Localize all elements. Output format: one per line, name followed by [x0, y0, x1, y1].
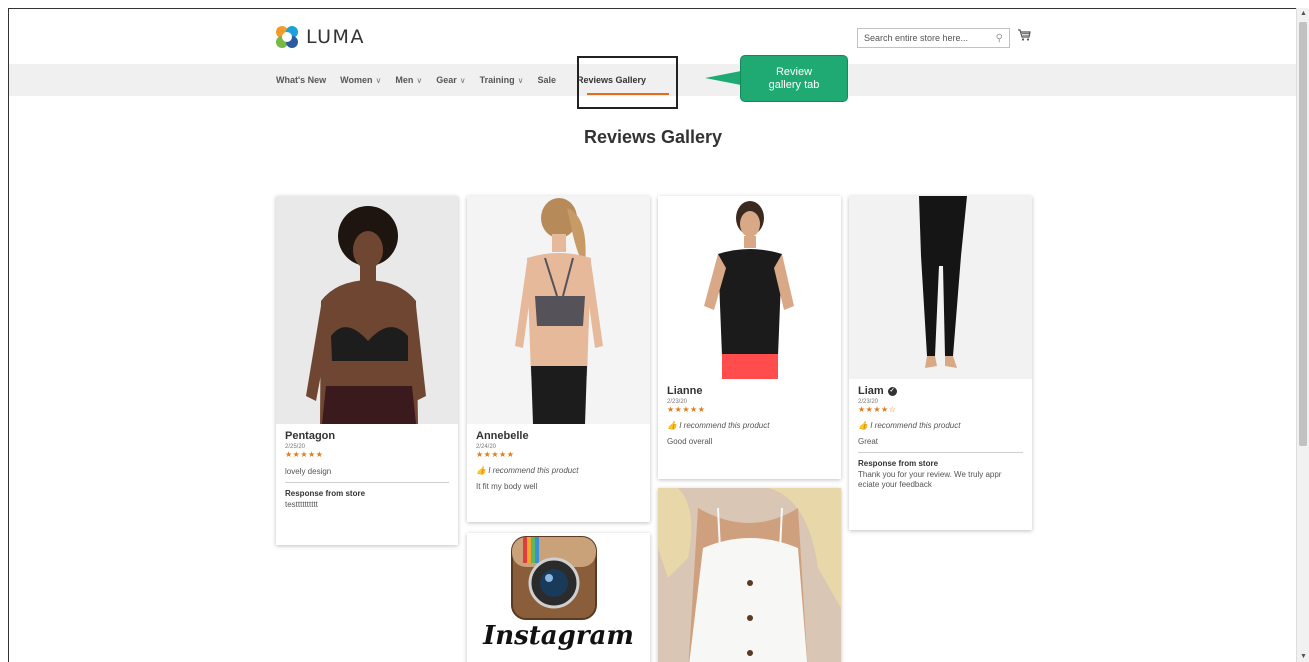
callout-pointer	[705, 71, 741, 85]
scroll-down-arrow-icon[interactable]: ▼	[1300, 653, 1307, 660]
nav-label: Women	[340, 75, 373, 85]
nav-item-sale[interactable]: Sale	[537, 75, 556, 85]
product-image[interactable]	[467, 196, 650, 424]
product-image[interactable]	[276, 196, 458, 424]
review-card[interactable]: Liam ✓ 2/23/20 ★★★★☆ 👍 I recommend this p…	[849, 196, 1032, 530]
nav-label: Gear	[436, 75, 457, 85]
chevron-down-icon: ∨	[416, 75, 423, 85]
highlight-box	[577, 56, 678, 109]
review-body: Lianne 2/23/20 ★★★★★ 👍 I recommend this …	[658, 379, 841, 454]
reviewer-name: Liam ✓	[858, 385, 1023, 397]
search-placeholder: Search entire store here...	[864, 33, 969, 43]
scrollbar-thumb[interactable]	[1299, 22, 1307, 446]
search-input[interactable]: Search entire store here... ⚲	[857, 28, 1010, 48]
instagram-logo-image[interactable]: Instagram	[467, 533, 650, 662]
recommend-text: 👍 I recommend this product	[667, 421, 832, 430]
nav-label: What's New	[276, 75, 327, 85]
verified-check-icon: ✓	[887, 386, 897, 396]
nav-label: Training	[479, 75, 515, 85]
recommend-label: I recommend this product	[679, 421, 770, 430]
nav-item-gear[interactable]: Gear ∨	[436, 75, 465, 85]
review-body: Pentagon 2/25/20 ★★★★★ lovely design Res…	[276, 424, 458, 518]
review-text: It fit my body well	[476, 482, 538, 491]
store-response-text: Thank you for your review. We truly appr…	[858, 470, 1002, 489]
reviewer-name: Lianne	[667, 385, 703, 397]
vertical-scrollbar[interactable]: ▲ ▼	[1296, 8, 1309, 662]
chevron-down-icon: ∨	[375, 75, 382, 85]
star-rating: ★★★★★	[285, 450, 324, 459]
logo-text: LUMA	[306, 26, 365, 48]
star-rating: ★★★★★	[667, 405, 706, 414]
product-image[interactable]	[658, 488, 841, 662]
nav-item-training[interactable]: Training ∨	[480, 75, 524, 85]
review-text: Good overall	[667, 437, 713, 446]
nav-item-women[interactable]: Women ∨	[340, 75, 381, 85]
nav-item-men[interactable]: Men ∨	[395, 75, 422, 85]
store-response-label: Response from store	[285, 489, 366, 498]
review-card[interactable]: Annebelle 2/24/20 ★★★★★ 👍 I recommend th…	[467, 196, 650, 522]
chevron-down-icon: ∨	[459, 75, 466, 85]
cart-icon[interactable]	[1017, 28, 1031, 42]
divider	[858, 452, 1023, 453]
reviewer-name: Annebelle	[476, 430, 529, 442]
chevron-down-icon: ∨	[517, 75, 524, 85]
search-icon[interactable]: ⚲	[996, 33, 1003, 44]
recommend-label: I recommend this product	[870, 421, 961, 430]
instagram-wordmark: Instagram	[483, 621, 634, 651]
recommend-label: I recommend this product	[488, 466, 579, 475]
review-card[interactable]: Lianne 2/23/20 ★★★★★ 👍 I recommend this …	[658, 196, 841, 479]
review-card[interactable]: Instagram	[467, 533, 650, 662]
store-response-text: testttttttttt	[285, 500, 318, 509]
thumbs-up-icon: 👍	[667, 421, 677, 430]
review-body: Annebelle 2/24/20 ★★★★★ 👍 I recommend th…	[467, 424, 650, 499]
store-response-label: Response from store	[858, 459, 939, 468]
nav-label: Men	[395, 75, 414, 85]
browser-viewport: LUMA Search entire store here... ⚲ What'…	[8, 8, 1296, 662]
reviewer-name-text: Liam	[858, 385, 884, 397]
annotation-callout: Review gallery tab	[740, 55, 848, 102]
review-card[interactable]	[658, 488, 841, 662]
product-image[interactable]	[849, 196, 1032, 379]
thumbs-up-icon: 👍	[858, 421, 868, 430]
review-card[interactable]: Pentagon 2/25/20 ★★★★★ lovely design Res…	[276, 196, 458, 545]
luma-logo[interactable]: LUMA	[276, 26, 365, 48]
recommend-text: 👍 I recommend this product	[858, 421, 1023, 430]
star-rating: ★★★★☆	[858, 405, 897, 414]
star-rating: ★★★★★	[476, 450, 515, 459]
divider	[285, 482, 449, 483]
reviewer-name: Pentagon	[285, 430, 336, 442]
page-title: Reviews Gallery	[583, 127, 723, 147]
review-text: lovely design	[285, 467, 332, 476]
luma-logo-icon	[276, 26, 298, 48]
nav-item-whats-new[interactable]: What's New	[276, 75, 326, 85]
recommend-text: 👍 I recommend this product	[476, 466, 641, 475]
nav-label: Sale	[537, 75, 556, 85]
review-text: Great	[858, 437, 879, 446]
thumbs-up-icon: 👍	[476, 466, 486, 475]
callout-line-1: Review	[775, 65, 813, 78]
callout-line-2: gallery tab	[768, 78, 820, 91]
active-tab-underline	[587, 93, 669, 95]
product-image[interactable]	[658, 196, 841, 379]
scroll-up-arrow-icon[interactable]: ▲	[1300, 10, 1307, 17]
review-body: Liam ✓ 2/23/20 ★★★★☆ 👍 I recommend this p…	[849, 379, 1032, 498]
